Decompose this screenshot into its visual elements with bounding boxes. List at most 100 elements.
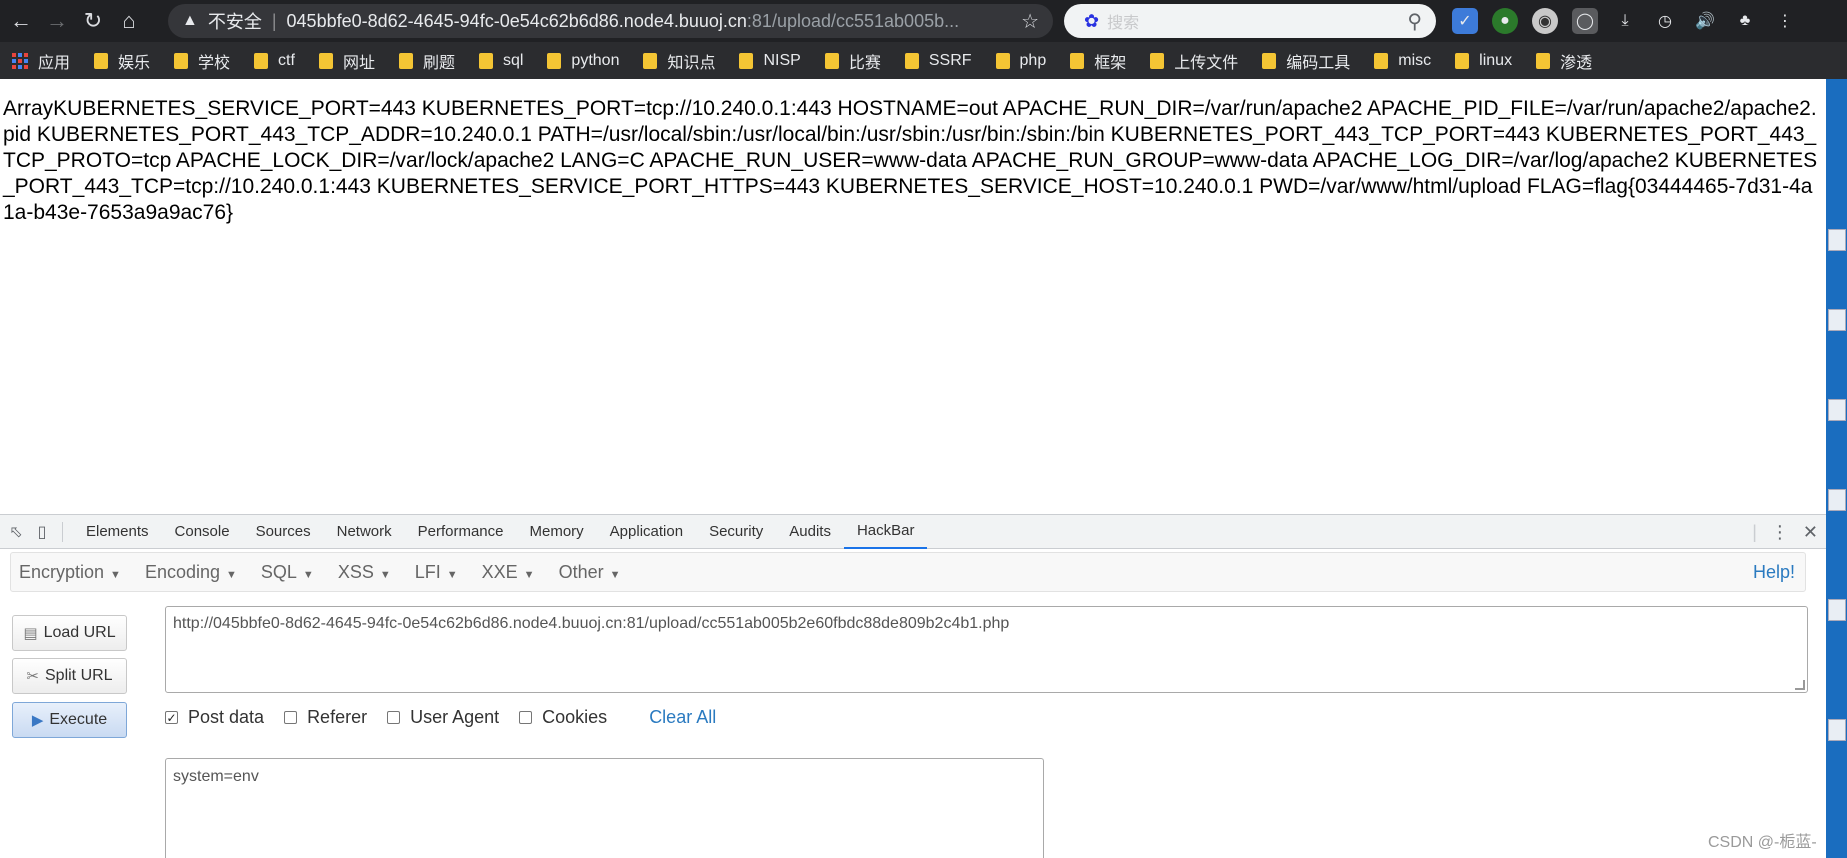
- tab-network[interactable]: Network: [324, 515, 405, 549]
- bookmark-folder[interactable]: 娱乐: [94, 49, 150, 73]
- clear-all-link[interactable]: Clear All: [649, 707, 716, 728]
- bookmark-folder[interactable]: NISP: [739, 51, 801, 70]
- user-agent-option[interactable]: User Agent: [387, 707, 499, 728]
- post-data-checkbox[interactable]: ✓: [165, 710, 178, 724]
- bookmark-folder[interactable]: 框架: [1070, 49, 1126, 73]
- kebab-menu-icon[interactable]: ⋮: [1772, 8, 1798, 34]
- bookmark-folder[interactable]: 渗透: [1536, 49, 1592, 73]
- cookies-checkbox[interactable]: [519, 710, 533, 724]
- button-label: Execute: [49, 711, 108, 728]
- resize-grip-icon[interactable]: [1795, 680, 1805, 690]
- split-url-button[interactable]: ✂ Split URL: [12, 658, 127, 694]
- execute-button[interactable]: ▶ Execute: [12, 702, 127, 738]
- user-agent-checkbox[interactable]: [387, 710, 401, 724]
- bookmark-folder[interactable]: 编码工具: [1262, 49, 1350, 73]
- desktop-file-icon: [1828, 599, 1846, 621]
- device-toolbar-icon[interactable]: ▯: [32, 522, 52, 542]
- extension-green-icon[interactable]: ●: [1492, 8, 1518, 34]
- download-icon[interactable]: ⤓: [1612, 8, 1638, 34]
- bookmark-label: misc: [1398, 51, 1432, 69]
- tab-security[interactable]: Security: [696, 515, 776, 549]
- tab-elements[interactable]: Elements: [73, 515, 162, 549]
- play-icon: ▶: [31, 712, 44, 729]
- button-label: Load URL: [43, 624, 116, 641]
- referer-checkbox[interactable]: [284, 710, 298, 724]
- menu-encoding[interactable]: Encoding ▼: [145, 562, 237, 583]
- tab-hackbar[interactable]: HackBar: [843, 515, 928, 549]
- speaker-icon[interactable]: 🔊: [1692, 8, 1718, 34]
- menu-encryption[interactable]: Encryption ▼: [19, 562, 121, 583]
- bookmark-label: 知识点: [667, 54, 716, 72]
- bookmark-apps[interactable]: 应用: [12, 49, 70, 73]
- forward-arrow-icon[interactable]: →: [42, 6, 72, 36]
- inspect-element-icon[interactable]: ⬁: [6, 522, 26, 542]
- bookmark-folder[interactable]: 比赛: [824, 49, 881, 73]
- menu-sql[interactable]: SQL ▼: [261, 562, 314, 583]
- back-arrow-icon[interactable]: ←: [6, 6, 36, 36]
- option-label: Referer: [307, 706, 368, 727]
- bookmark-folder[interactable]: 上传文件: [1150, 49, 1238, 73]
- tab-application[interactable]: Application: [597, 515, 696, 549]
- bookmark-label: 比赛: [848, 54, 881, 72]
- extension-glasses-icon[interactable]: ◯: [1572, 8, 1598, 34]
- bookmark-folder[interactable]: ctf: [254, 52, 295, 70]
- tab-memory[interactable]: Memory: [517, 515, 597, 549]
- close-icon[interactable]: ✕: [1803, 522, 1818, 543]
- bookmark-folder[interactable]: misc: [1374, 52, 1431, 70]
- csdn-watermark: CSDN @-栀蓝-: [1708, 834, 1817, 851]
- reload-icon[interactable]: ↻: [78, 6, 108, 36]
- folder-icon: [254, 52, 269, 69]
- bookmark-folder[interactable]: 网址: [318, 49, 375, 73]
- load-url-button[interactable]: ▤ Load URL: [12, 615, 127, 651]
- tab-console[interactable]: Console: [162, 515, 243, 549]
- bookmark-folder[interactable]: sql: [478, 51, 524, 70]
- folder-icon: [1262, 52, 1277, 69]
- bookmark-star-icon[interactable]: ☆: [1021, 9, 1039, 34]
- extension-bookmark-icon[interactable]: ✓: [1452, 8, 1478, 34]
- menu-other[interactable]: Other ▼: [559, 562, 621, 583]
- tab-performance[interactable]: Performance: [405, 515, 517, 549]
- devtools-tab-bar: ⬁ ▯ Elements Console Sources Network Per…: [0, 515, 1826, 549]
- history-clock-icon[interactable]: ◷: [1652, 8, 1678, 34]
- post-data-option[interactable]: ✓ Post data: [165, 707, 264, 728]
- url-path: :81/upload/cc551ab005b...: [746, 10, 960, 31]
- bookmark-label: linux: [1479, 51, 1513, 69]
- search-box[interactable]: ✿ 搜索 ⚲: [1064, 4, 1436, 38]
- menu-lfi[interactable]: LFI ▼: [415, 562, 458, 583]
- option-label: Cookies: [542, 706, 608, 727]
- folder-icon: [824, 52, 839, 69]
- bookmark-label: SSRF: [928, 51, 972, 69]
- menu-label: SQL: [260, 561, 297, 582]
- bookmark-label: sql: [502, 51, 524, 69]
- url-textarea[interactable]: http://045bbfe0-8d62-4645-94fc-0e54c62b6…: [165, 606, 1808, 693]
- bookmark-folder[interactable]: 知识点: [643, 49, 715, 73]
- cookies-option[interactable]: Cookies: [519, 707, 607, 728]
- referer-option[interactable]: Referer: [284, 707, 367, 728]
- bookmark-folder[interactable]: python: [547, 52, 619, 70]
- search-icon[interactable]: ⚲: [1407, 9, 1422, 34]
- bookmarks-bar: 应用 娱乐 学校 ctf 网址 刷题 sql python 知识点 NISP 比…: [0, 42, 1847, 79]
- tab-sources[interactable]: Sources: [243, 515, 324, 549]
- menu-xss[interactable]: XSS ▼: [338, 562, 391, 583]
- bookmark-label: NISP: [763, 51, 801, 69]
- bookmark-folder[interactable]: linux: [1455, 52, 1512, 70]
- help-link[interactable]: Help!: [1753, 562, 1795, 583]
- bookmark-folder[interactable]: php: [995, 52, 1046, 70]
- extension-globe-icon[interactable]: ◉: [1532, 8, 1558, 34]
- menu-xxe[interactable]: XXE ▼: [482, 562, 535, 583]
- post-data-textarea[interactable]: system=env: [165, 758, 1044, 858]
- caret-down-icon: ▼: [446, 568, 458, 581]
- page-viewport: ArrayKUBERNETES_SERVICE_PORT=443 KUBERNE…: [0, 79, 1826, 514]
- home-icon[interactable]: ⌂: [114, 6, 144, 36]
- extensions-puzzle-icon[interactable]: ♣: [1732, 8, 1758, 34]
- bookmark-folder[interactable]: SSRF: [904, 51, 972, 70]
- bookmark-label: 框架: [1094, 54, 1127, 72]
- caret-down-icon: ▼: [302, 568, 314, 581]
- bookmark-label: ctf: [278, 51, 295, 69]
- tab-audits[interactable]: Audits: [776, 515, 844, 549]
- bookmark-folder[interactable]: 刷题: [398, 49, 455, 73]
- bookmark-folder[interactable]: 学校: [174, 49, 230, 73]
- bookmark-label: 编码工具: [1286, 54, 1351, 72]
- address-bar[interactable]: ▲ 不安全 | 045bbfe0-8d62-4645-94fc-0e54c62b…: [168, 4, 1053, 38]
- kebab-menu-icon[interactable]: ⋮: [1771, 522, 1789, 543]
